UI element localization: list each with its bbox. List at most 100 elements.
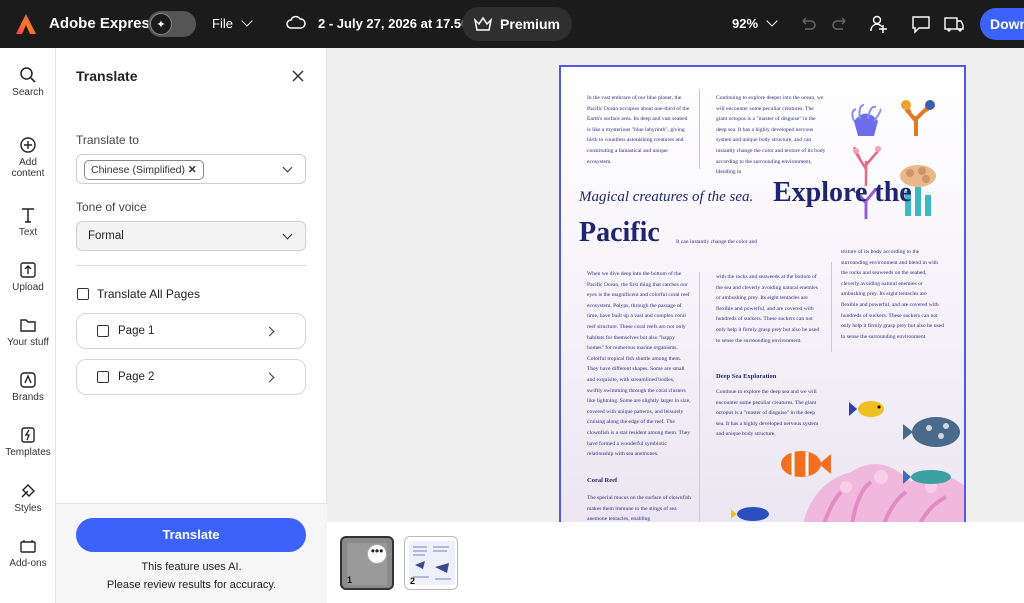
mode-toggle[interactable]: ✦ xyxy=(148,11,196,37)
rail-label: Your stuff xyxy=(7,337,49,348)
file-menu[interactable]: File xyxy=(212,15,253,31)
top-bar: Adobe Express ✦ File 2 - July 27, 2026 a… xyxy=(0,0,1024,48)
rail-label: Brands xyxy=(12,392,44,403)
headline-tail-text[interactable]: It can instantly change the color and xyxy=(676,237,776,248)
checkbox[interactable] xyxy=(97,325,109,337)
page-thumbnail-2[interactable]: 2 xyxy=(404,536,458,590)
rail-upload[interactable]: Upload xyxy=(0,261,56,293)
rail-label: Styles xyxy=(14,503,42,514)
crown-icon xyxy=(474,16,493,31)
download-button[interactable]: Download xyxy=(980,8,1024,40)
schedule-icon[interactable] xyxy=(943,13,965,35)
folder-icon xyxy=(20,319,36,332)
panel-footer: Translate This feature uses AI. Please r… xyxy=(56,503,327,603)
adobe-express-logo-icon[interactable] xyxy=(14,12,38,36)
search-icon xyxy=(20,67,36,83)
rail-label: Upload xyxy=(12,282,44,293)
rail-label: Search xyxy=(12,87,44,98)
col1-coral-text[interactable]: The special mucus on the surface of clow… xyxy=(587,493,691,522)
tone-select[interactable]: Formal xyxy=(76,221,306,251)
col2-body-text[interactable]: with the rocks and seaweeds at the botto… xyxy=(716,272,820,346)
column-divider xyxy=(699,89,700,169)
comment-icon[interactable] xyxy=(910,13,932,35)
anemone-icon xyxy=(851,104,882,136)
rail-add-ons[interactable]: Add-ons xyxy=(0,537,56,569)
deep-sea-heading[interactable]: Deep Sea Exploration xyxy=(716,373,776,380)
thumbnail-preview xyxy=(409,541,455,585)
translate-to-label: Translate to xyxy=(76,133,139,147)
page-thumbnail-1[interactable]: ••• 1 xyxy=(340,536,394,590)
left-rail: Search Add content Text Upload Your stuff… xyxy=(0,48,56,603)
more-options-icon[interactable]: ••• xyxy=(367,544,387,564)
zoom-level: 92% xyxy=(732,16,759,31)
pufferfish-icon xyxy=(903,417,960,447)
thumbnail-number: 1 xyxy=(347,575,353,585)
chevron-down-icon xyxy=(282,162,293,173)
remove-chip-icon[interactable]: ✕ xyxy=(188,164,197,176)
cloud-icon[interactable] xyxy=(286,14,306,32)
coral-reef-heading[interactable]: Coral Reef xyxy=(587,477,617,484)
rail-styles[interactable]: Styles xyxy=(0,482,56,514)
chevron-down-icon xyxy=(766,15,778,27)
page-1-item[interactable]: Page 1 xyxy=(76,313,306,349)
coral-icon xyxy=(901,100,936,136)
rail-search[interactable]: Search xyxy=(0,66,56,98)
panel-title: Translate xyxy=(76,68,138,84)
app-name: Adobe Express xyxy=(49,15,159,32)
premium-button[interactable]: Premium xyxy=(462,7,572,41)
all-pages-label: Translate All Pages xyxy=(97,286,200,301)
upload-icon xyxy=(20,262,36,278)
language-chip-label: Chinese (Simplified) xyxy=(91,164,185,176)
chevron-right-icon[interactable] xyxy=(264,372,275,383)
file-menu-label: File xyxy=(212,16,233,31)
sparkle-icon: ✦ xyxy=(150,13,172,35)
rail-label: Add-ons xyxy=(9,558,47,569)
clownfish-icon xyxy=(781,451,831,477)
close-icon[interactable] xyxy=(289,67,307,85)
headline-italic[interactable]: Magical creatures of the sea. xyxy=(579,189,753,206)
tone-value: Formal xyxy=(88,230,124,242)
document-page[interactable]: In the vast embrace of our blue planet, … xyxy=(559,65,966,522)
headline-bold-2[interactable]: Pacific xyxy=(579,217,660,249)
undo-icon[interactable] xyxy=(797,13,819,35)
col2-intro-text[interactable]: Continuing to explore deeper into the oc… xyxy=(716,93,826,178)
redo-icon[interactable] xyxy=(829,13,851,35)
chevron-down-icon xyxy=(282,229,293,240)
rail-label: Text xyxy=(18,227,38,238)
blue-fish-icon xyxy=(731,507,769,521)
rail-label: Templates xyxy=(5,447,51,458)
reef-fish-illustration[interactable] xyxy=(731,392,966,522)
templates-icon xyxy=(21,427,35,443)
rail-your-stuff[interactable]: Your stuff xyxy=(0,316,56,348)
chevron-down-icon xyxy=(241,15,253,27)
rail-label: Add content xyxy=(11,157,45,179)
translate-button[interactable]: Translate xyxy=(76,518,306,552)
page-thumbnail-strip: ••• 1 2 xyxy=(327,522,1024,603)
translate-all-pages-checkbox[interactable]: Translate All Pages xyxy=(77,286,200,301)
col1-body-text[interactable]: When we dive deep into the bottom of the… xyxy=(587,269,691,460)
checkbox[interactable] xyxy=(77,287,89,300)
premium-label: Premium xyxy=(500,16,560,32)
page-2-item[interactable]: Page 2 xyxy=(76,359,306,395)
page-label: Page 1 xyxy=(118,325,155,337)
rail-text[interactable]: Text xyxy=(0,206,56,238)
ai-disclaimer: Please review results for accuracy. xyxy=(106,579,277,591)
rail-templates[interactable]: Templates xyxy=(0,426,56,458)
col1-intro-text[interactable]: In the vast embrace of our blue planet, … xyxy=(587,93,691,167)
rail-brands[interactable]: Brands xyxy=(0,371,56,403)
rail-add-content[interactable]: Add content xyxy=(0,136,56,179)
language-select[interactable]: Chinese (Simplified) ✕ xyxy=(76,154,306,184)
language-chip[interactable]: Chinese (Simplified) ✕ xyxy=(84,160,204,180)
text-icon xyxy=(22,208,34,223)
yellow-tang-icon xyxy=(849,401,884,417)
checkbox[interactable] xyxy=(97,371,109,383)
share-people-icon[interactable] xyxy=(868,13,890,35)
col3-mid-text[interactable]: texture of its body according to the sur… xyxy=(841,247,945,342)
headline-bold-1[interactable]: Explore the xyxy=(773,177,912,209)
canvas-area[interactable]: In the vast embrace of our blue planet, … xyxy=(327,48,1024,522)
tone-label: Tone of voice xyxy=(76,200,147,214)
ai-note: This feature uses AI. xyxy=(141,561,242,573)
addons-icon xyxy=(20,540,36,553)
zoom-menu[interactable]: 92% xyxy=(732,15,778,31)
chevron-right-icon[interactable] xyxy=(264,326,275,337)
